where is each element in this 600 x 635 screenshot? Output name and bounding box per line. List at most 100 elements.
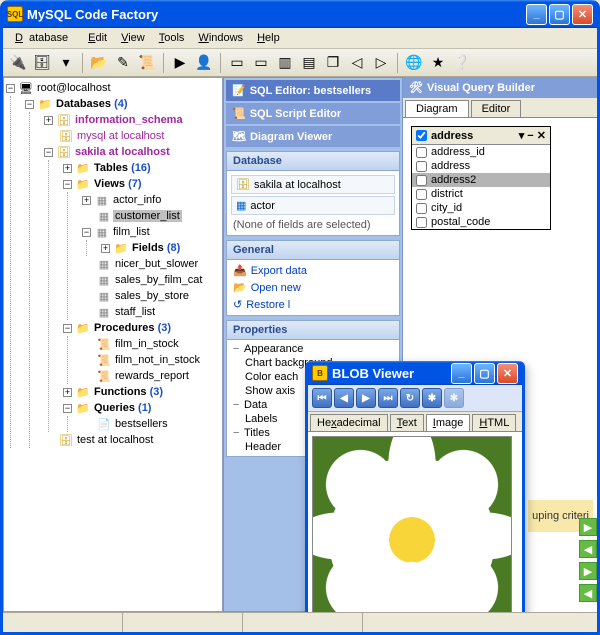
col-district[interactable]: district	[412, 187, 550, 201]
tool-window1-icon[interactable]: ▭	[226, 52, 248, 74]
blob-image-area	[308, 432, 522, 612]
tree-fields[interactable]: +📁Fields (8)	[101, 240, 220, 256]
tree-databases[interactable]: −📁Databases (4)	[25, 96, 220, 112]
tree-db-test[interactable]: 🗄test at localhost	[44, 432, 220, 448]
tab-diagram-viewer[interactable]: 🗺Diagram Viewer	[226, 126, 400, 147]
close-button[interactable]: ✕	[572, 4, 593, 25]
tree-view-actor_info[interactable]: +▦actor_info	[82, 192, 220, 208]
tree-view-film_list[interactable]: −▦film_list	[82, 224, 220, 240]
open-icon: 📂	[233, 281, 247, 294]
script-icon: 📜	[232, 107, 246, 120]
tool-run-icon[interactable]: ▶	[169, 52, 191, 74]
section-properties-header: Properties	[227, 321, 399, 340]
tool-prev-icon[interactable]: ◁	[346, 52, 368, 74]
db-item-sakila[interactable]: 🗄sakila at localhost	[231, 175, 395, 194]
table-address[interactable]: address▾ − ✕ address_idaddressaddress2di…	[411, 126, 551, 230]
arrow-left-1-icon[interactable]: ◀	[579, 540, 597, 558]
maximize-button[interactable]: ▢	[549, 4, 570, 25]
menu-view[interactable]: View	[115, 30, 151, 46]
tree-view-sales_by_store[interactable]: ▦sales_by_store	[82, 288, 220, 304]
vqb-tab-diagram[interactable]: Diagram	[405, 100, 469, 117]
prop-appearance[interactable]: −Appearance	[229, 342, 397, 356]
tab-sql-editor[interactable]: 📝SQL Editor: bestsellers	[226, 80, 400, 101]
blob-last-icon[interactable]: ⏭	[378, 388, 398, 408]
tool-next-icon[interactable]: ▷	[370, 52, 392, 74]
tool-script-icon[interactable]: 📜	[136, 52, 158, 74]
blob-star-icon[interactable]: ✱	[422, 388, 442, 408]
col-address_id[interactable]: address_id	[412, 145, 550, 159]
app-title: MySQL Code Factory	[27, 7, 524, 22]
arrow-left-2-icon[interactable]: ◀	[579, 584, 597, 602]
minimize-button[interactable]: _	[526, 4, 547, 25]
restore-icon: ↺	[233, 298, 242, 311]
blob-tab-hex[interactable]: Hexadecimal	[310, 414, 388, 431]
blob-disabled-icon: ✱	[444, 388, 464, 408]
tree-db-sakila[interactable]: −🗄sakila at localhost	[44, 144, 220, 160]
col-address[interactable]: address	[412, 159, 550, 173]
tool-db-add-icon[interactable]: 🗄	[31, 52, 53, 74]
tool-globe-icon[interactable]: 🌐	[403, 52, 425, 74]
tool-dropdown-icon[interactable]: ▾	[55, 52, 77, 74]
tool-cascade-icon[interactable]: ❐	[322, 52, 344, 74]
tool-help-icon[interactable]: ❔	[451, 52, 473, 74]
export-icon: 📤	[233, 264, 247, 277]
link-export[interactable]: 📤Export data	[229, 262, 397, 279]
blob-tab-image[interactable]: Image	[426, 414, 471, 431]
tool-window2-icon[interactable]: ▭	[250, 52, 272, 74]
tool-star-icon[interactable]: ★	[427, 52, 449, 74]
col-city_id[interactable]: city_id	[412, 201, 550, 215]
blob-minimize-button[interactable]: _	[451, 363, 472, 384]
arrow-right-2-icon[interactable]: ▶	[579, 562, 597, 580]
db-item-actor[interactable]: ▦actor	[231, 196, 395, 215]
table-check-all[interactable]	[416, 130, 427, 141]
tree-view-staff_list[interactable]: ▦staff_list	[82, 304, 220, 320]
tree-query-bestsellers[interactable]: 📄bestsellers	[82, 416, 220, 432]
menu-help[interactable]: Help	[251, 30, 286, 46]
tree-proc-rewards_report[interactable]: 📜rewards_report	[82, 368, 220, 384]
table-icon: ▦	[236, 199, 246, 212]
blob-first-icon[interactable]: ⏮	[312, 388, 332, 408]
tree-db-mysql[interactable]: 🗄mysql at localhost	[44, 128, 220, 144]
vqb-tabs: Diagram Editor	[403, 98, 597, 118]
tree-procedures[interactable]: −📁Procedures (3)	[63, 320, 220, 336]
tool-tile-h-icon[interactable]: ▥	[274, 52, 296, 74]
tool-open-icon[interactable]: 📂	[88, 52, 110, 74]
tree-db-info-schema[interactable]: +🗄information_schema	[44, 112, 220, 128]
tree-root[interactable]: −🖥root@localhost	[6, 80, 220, 96]
tree-views[interactable]: −📁Views (7)	[63, 176, 220, 192]
tree-queries[interactable]: −📁Queries (1)	[63, 400, 220, 416]
menu-edit[interactable]: Edit	[82, 30, 113, 46]
statusbar	[3, 612, 597, 632]
blob-close-button[interactable]: ✕	[497, 363, 518, 384]
tab-script-editor[interactable]: 📜SQL Script Editor	[226, 103, 400, 124]
blob-viewer-window[interactable]: B BLOB Viewer _ ▢ ✕ ⏮ ◀ ▶ ⏭ ↻ ✱ ✱ Hexade…	[305, 361, 525, 612]
blob-next-icon[interactable]: ▶	[356, 388, 376, 408]
tool-edit-icon[interactable]: ✎	[112, 52, 134, 74]
blob-tab-text[interactable]: Text	[390, 414, 424, 431]
tool-person-icon[interactable]: 👤	[193, 52, 215, 74]
menu-database[interactable]: Database	[9, 30, 80, 46]
blob-tab-html[interactable]: HTML	[472, 414, 516, 431]
arrow-right-1-icon[interactable]: ▶	[579, 518, 597, 536]
tree-tables[interactable]: +📁Tables (16)	[63, 160, 220, 176]
table-name: address	[431, 130, 473, 142]
tree-view-customer_list[interactable]: ▦customer_list	[82, 208, 220, 224]
vqb-tab-editor[interactable]: Editor	[471, 100, 522, 117]
menu-tools[interactable]: Tools	[153, 30, 191, 46]
tree-proc-film_in_stock[interactable]: 📜film_in_stock	[82, 336, 220, 352]
tree-view-sales_by_film_cat[interactable]: ▦sales_by_film_cat	[82, 272, 220, 288]
blob-refresh-icon[interactable]: ↻	[400, 388, 420, 408]
link-restore[interactable]: ↺Restore l	[229, 296, 397, 313]
tree-view-nicer_but_slower[interactable]: ▦nicer_but_slower	[82, 256, 220, 272]
tree-proc-film_not_in_stock[interactable]: 📜film_not_in_stock	[82, 352, 220, 368]
tool-tile-v-icon[interactable]: ▤	[298, 52, 320, 74]
col-address2[interactable]: address2	[412, 173, 550, 187]
blob-prev-icon[interactable]: ◀	[334, 388, 354, 408]
blob-maximize-button[interactable]: ▢	[474, 363, 495, 384]
menu-windows[interactable]: Windows	[192, 30, 249, 46]
col-postal_code[interactable]: postal_code	[412, 215, 550, 229]
link-open-new[interactable]: 📂Open new	[229, 279, 397, 296]
tree-functions[interactable]: +📁Functions (3)	[63, 384, 220, 400]
tool-connect-icon[interactable]: 🔌	[7, 52, 29, 74]
database-tree[interactable]: −🖥root@localhost −📁Databases (4) +🗄infor…	[3, 77, 223, 612]
